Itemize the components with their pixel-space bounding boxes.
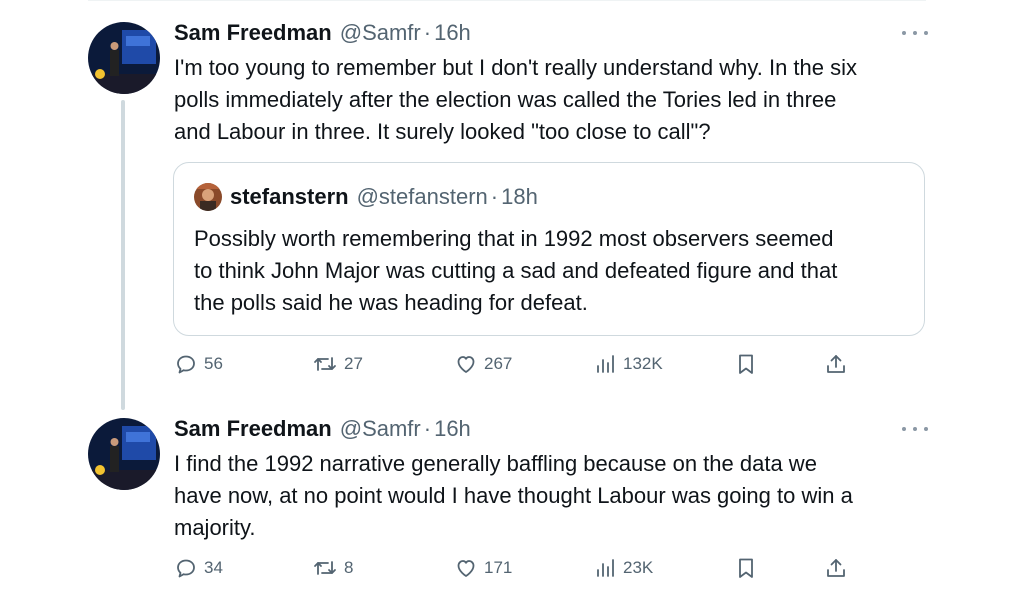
separator: · bbox=[423, 416, 432, 441]
repost-count: 8 bbox=[344, 558, 354, 577]
separator: · bbox=[423, 20, 432, 45]
bookmark-button[interactable] bbox=[734, 350, 758, 378]
tweet-2[interactable]: Sam Freedman @Samfr · 16h I find the 199… bbox=[0, 410, 1023, 600]
tweet-1[interactable]: Sam Freedman @Samfr · 16h I'm too young … bbox=[0, 0, 1023, 410]
quote-text-line: Possibly worth remembering that in 1992 … bbox=[194, 226, 834, 251]
share-icon bbox=[827, 355, 845, 373]
tweet-text-line: and Labour in three. It surely looked "t… bbox=[174, 119, 711, 144]
author-name[interactable]: Sam Freedman bbox=[174, 20, 332, 46]
tweet-text-line: polls immediately after the election was… bbox=[174, 87, 837, 112]
action-bar: 56 27 267 132K bbox=[174, 350, 874, 378]
repost-icon bbox=[314, 357, 336, 371]
author-avatar[interactable] bbox=[88, 418, 160, 490]
tweet-text: I'm too young to remember but I don't re… bbox=[174, 52, 924, 148]
reply-button[interactable]: 34 bbox=[174, 554, 223, 582]
quote-timestamp: 18h bbox=[501, 184, 538, 209]
author-handle[interactable]: @Samfr bbox=[340, 416, 421, 442]
views-button[interactable]: 23K bbox=[595, 554, 653, 582]
bookmark-button[interactable] bbox=[734, 554, 758, 582]
reply-button[interactable]: 56 bbox=[174, 350, 223, 378]
author-name[interactable]: Sam Freedman bbox=[174, 416, 332, 442]
quote-author-name: stefanstern bbox=[230, 184, 349, 209]
reply-icon bbox=[177, 559, 195, 578]
bookmark-icon bbox=[739, 354, 753, 374]
repost-count: 27 bbox=[344, 354, 363, 373]
quote-author-handle: @stefanstern bbox=[356, 184, 488, 209]
thread-connector-line bbox=[121, 100, 125, 410]
share-button[interactable] bbox=[824, 350, 848, 378]
share-button[interactable] bbox=[824, 554, 848, 582]
action-bar: 34 8 171 23K bbox=[174, 554, 874, 582]
tweet-header: Sam Freedman @Samfr · 16h bbox=[174, 414, 471, 444]
more-icon[interactable] bbox=[902, 23, 928, 43]
repost-icon bbox=[314, 561, 336, 575]
quote-text-line: the polls said he was heading for defeat… bbox=[194, 290, 588, 315]
like-count: 267 bbox=[484, 354, 513, 373]
views-count: 23K bbox=[623, 558, 654, 577]
reply-count: 56 bbox=[204, 354, 223, 373]
repost-button[interactable]: 27 bbox=[312, 350, 363, 378]
quote-text: Possibly worth remembering that in 1992 … bbox=[194, 223, 904, 319]
tweet-text-line: I find the 1992 narrative generally baff… bbox=[174, 451, 817, 476]
more-icon[interactable] bbox=[902, 419, 928, 439]
tweet-text-line: have now, at no point would I have thoug… bbox=[174, 483, 853, 508]
author-avatar[interactable] bbox=[88, 22, 160, 94]
views-icon bbox=[597, 355, 614, 373]
tweet-text-line: majority. bbox=[174, 515, 256, 540]
views-count: 132K bbox=[623, 354, 663, 373]
views-icon bbox=[597, 559, 614, 577]
share-icon bbox=[827, 559, 845, 577]
separator: · bbox=[490, 184, 499, 209]
like-icon bbox=[457, 560, 475, 577]
bookmark-icon bbox=[739, 558, 753, 578]
timestamp[interactable]: 16h bbox=[434, 20, 471, 46]
quoted-tweet[interactable]: stefanstern @stefanstern · 18h Possibly … bbox=[173, 162, 925, 336]
timestamp[interactable]: 16h bbox=[434, 416, 471, 442]
tweet-text-line: I'm too young to remember but I don't re… bbox=[174, 55, 858, 80]
views-button[interactable]: 132K bbox=[595, 350, 663, 378]
like-icon bbox=[457, 356, 475, 373]
tweet-header: Sam Freedman @Samfr · 16h bbox=[174, 18, 471, 48]
like-button[interactable]: 267 bbox=[454, 350, 512, 378]
like-count: 171 bbox=[484, 558, 513, 577]
author-handle[interactable]: @Samfr bbox=[340, 20, 421, 46]
quote-header: stefanstern @stefanstern · 18h bbox=[230, 182, 538, 212]
reply-count: 34 bbox=[204, 558, 223, 577]
like-button[interactable]: 171 bbox=[454, 554, 512, 582]
quote-text-line: to think John Major was cutting a sad an… bbox=[194, 258, 838, 283]
tweet-text: I find the 1992 narrative generally baff… bbox=[174, 448, 924, 544]
quote-author-avatar bbox=[194, 183, 222, 211]
repost-button[interactable]: 8 bbox=[312, 554, 353, 582]
reply-icon bbox=[177, 355, 195, 374]
